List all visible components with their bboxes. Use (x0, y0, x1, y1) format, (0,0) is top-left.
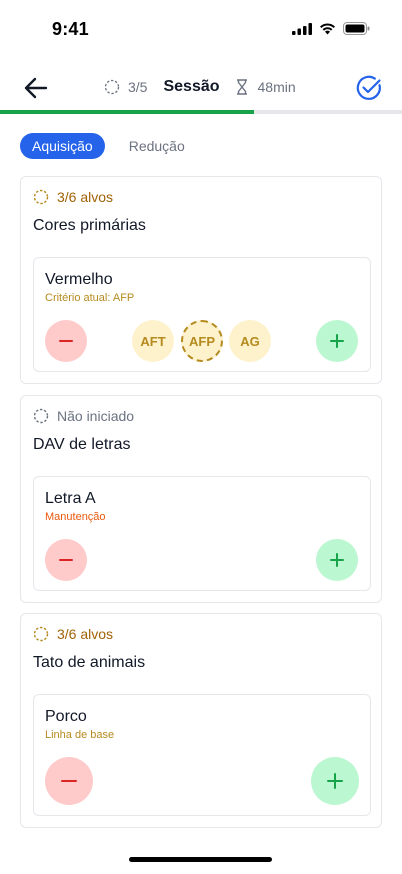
card-status: Não iniciado (33, 408, 134, 424)
dashed-circle-icon (33, 189, 49, 205)
target-item: Letra A Manutenção (33, 476, 371, 591)
program-card: 3/6 alvos Cores primárias Vermelho Crité… (20, 176, 382, 384)
minus-icon (59, 559, 73, 561)
status-bar: 9:41 (0, 0, 402, 56)
prompt-chip-afp[interactable]: AFP (181, 320, 223, 362)
minus-icon (61, 780, 77, 782)
check-circle-icon (356, 75, 381, 100)
plus-icon (327, 773, 343, 789)
dashed-circle-icon (33, 408, 49, 424)
back-button[interactable] (22, 74, 50, 102)
home-indicator (129, 857, 272, 862)
target-item: Vermelho Critério atual: AFP AFT AFP AG (33, 257, 371, 372)
plus-button[interactable] (316, 320, 358, 362)
session-progress-count: 3/5 (128, 79, 148, 95)
plus-button[interactable] (316, 539, 358, 581)
prompt-chip-aft[interactable]: AFT (132, 320, 174, 362)
target-name: Letra A (45, 490, 96, 507)
card-title: Cores primárias (33, 217, 146, 234)
program-card: Não iniciado DAV de letras Letra A Manut… (20, 395, 382, 603)
wifi-icon (320, 22, 335, 34)
tab-reducao[interactable]: Redução (113, 133, 201, 159)
card-status-label: 3/6 alvos (57, 626, 114, 642)
battery-icon (343, 22, 370, 35)
minus-button[interactable] (45, 539, 87, 581)
status-icons (292, 22, 370, 35)
card-status: 3/6 alvos (33, 189, 113, 205)
minus-button[interactable] (45, 757, 93, 805)
target-item: Porco Linha de base (33, 694, 371, 816)
target-name: Porco (45, 708, 87, 725)
session-header: 3/5 Sessão 48min (0, 62, 402, 110)
hourglass-icon (236, 79, 247, 95)
target-name: Vermelho (45, 271, 113, 288)
signal-icon (292, 22, 312, 35)
minus-icon (59, 340, 73, 342)
card-title: DAV de letras (33, 436, 131, 453)
card-title: Tato de animais (33, 654, 146, 671)
session-progress-fill (0, 110, 255, 114)
session-progress-bar (0, 110, 402, 114)
plus-icon (330, 553, 344, 567)
target-phase: Manutenção (45, 511, 106, 523)
dashed-circle-icon (33, 626, 49, 642)
finish-session-button[interactable] (355, 74, 383, 102)
card-status-label: Não iniciado (57, 408, 135, 424)
dashed-circle-icon (104, 79, 120, 95)
back-arrow-icon (24, 77, 48, 99)
status-time: 9:41 (52, 19, 89, 39)
header-center: 3/5 Sessão 48min (104, 76, 296, 98)
plus-button[interactable] (311, 757, 359, 805)
session-timer: 48min (257, 79, 296, 95)
tab-aquisicao[interactable]: Aquisição (20, 133, 105, 159)
target-criterion: Critério atual: AFP (45, 292, 135, 304)
tab-bar: Aquisição Redução (20, 133, 201, 159)
target-phase: Linha de base (45, 729, 115, 741)
card-status-label: 3/6 alvos (57, 189, 114, 205)
card-status: 3/6 alvos (33, 626, 113, 642)
plus-icon (330, 334, 344, 348)
minus-button[interactable] (45, 320, 87, 362)
prompt-chip-ag[interactable]: AG (229, 320, 271, 362)
program-card: 3/6 alvos Tato de animais Porco Linha de… (20, 613, 382, 828)
page-title: Sessão (163, 78, 220, 95)
